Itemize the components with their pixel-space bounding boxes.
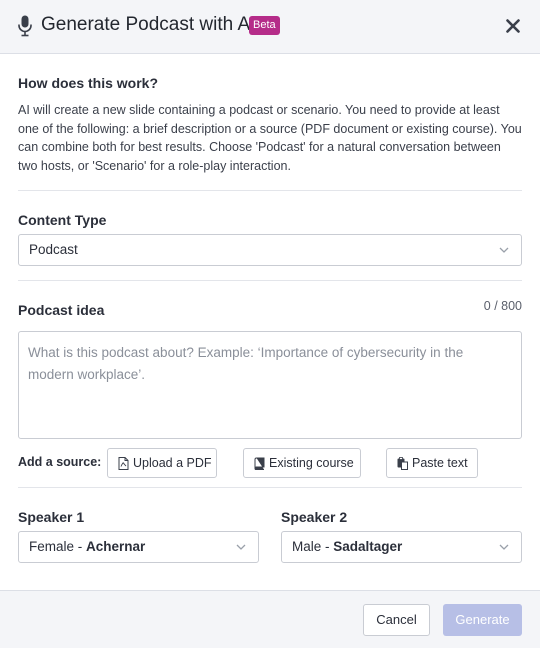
dialog-footer: Cancel Generate: [0, 590, 540, 648]
podcast-idea-input[interactable]: [18, 331, 522, 439]
content-type-label: Content Type: [18, 212, 107, 228]
dialog-title: Generate Podcast with AI: [41, 14, 256, 35]
speaker-2-label: Speaker 2: [281, 509, 348, 525]
speaker-1-value: Female - Achernar: [29, 539, 146, 554]
speaker-2-select[interactable]: Male - Sadaltager: [281, 531, 522, 563]
divider: [18, 487, 522, 488]
divider: [18, 190, 522, 191]
book-icon: [254, 457, 265, 470]
character-counter: 0 / 800: [483, 299, 522, 313]
microphone-icon: [18, 15, 32, 37]
existing-course-button[interactable]: Existing course: [243, 448, 361, 478]
existing-course-label: Existing course: [269, 456, 354, 470]
help-description: AI will create a new slide containing a …: [18, 103, 522, 173]
beta-badge: Beta: [249, 16, 280, 35]
close-icon[interactable]: [504, 17, 522, 35]
dialog-header: Generate Podcast with AI Beta: [0, 0, 540, 54]
add-source-label: Add a source:: [18, 455, 102, 469]
content-type-value: Podcast: [29, 242, 78, 257]
pdf-file-icon: [118, 457, 129, 470]
chevron-down-icon: [499, 544, 509, 550]
help-title: How does this work?: [18, 75, 159, 91]
content-type-select[interactable]: Podcast: [18, 234, 522, 266]
speaker-1-label: Speaker 1: [18, 509, 85, 525]
speaker-2-value: Male - Sadaltager: [292, 539, 403, 554]
chevron-down-icon: [499, 247, 509, 253]
paste-text-label: Paste text: [412, 456, 468, 470]
chevron-down-icon: [236, 544, 246, 550]
speaker-1-select[interactable]: Female - Achernar: [18, 531, 259, 563]
generate-podcast-dialog: Generate Podcast with AI Beta How does t…: [0, 0, 540, 648]
podcast-idea-label: Podcast idea: [18, 302, 105, 318]
paste-text-button[interactable]: Paste text: [386, 448, 478, 478]
divider: [18, 280, 522, 281]
clipboard-icon: [397, 457, 408, 470]
generate-button[interactable]: Generate: [443, 604, 522, 636]
upload-pdf-label: Upload a PDF: [133, 456, 212, 470]
cancel-button[interactable]: Cancel: [363, 604, 430, 636]
upload-pdf-button[interactable]: Upload a PDF: [107, 448, 217, 478]
